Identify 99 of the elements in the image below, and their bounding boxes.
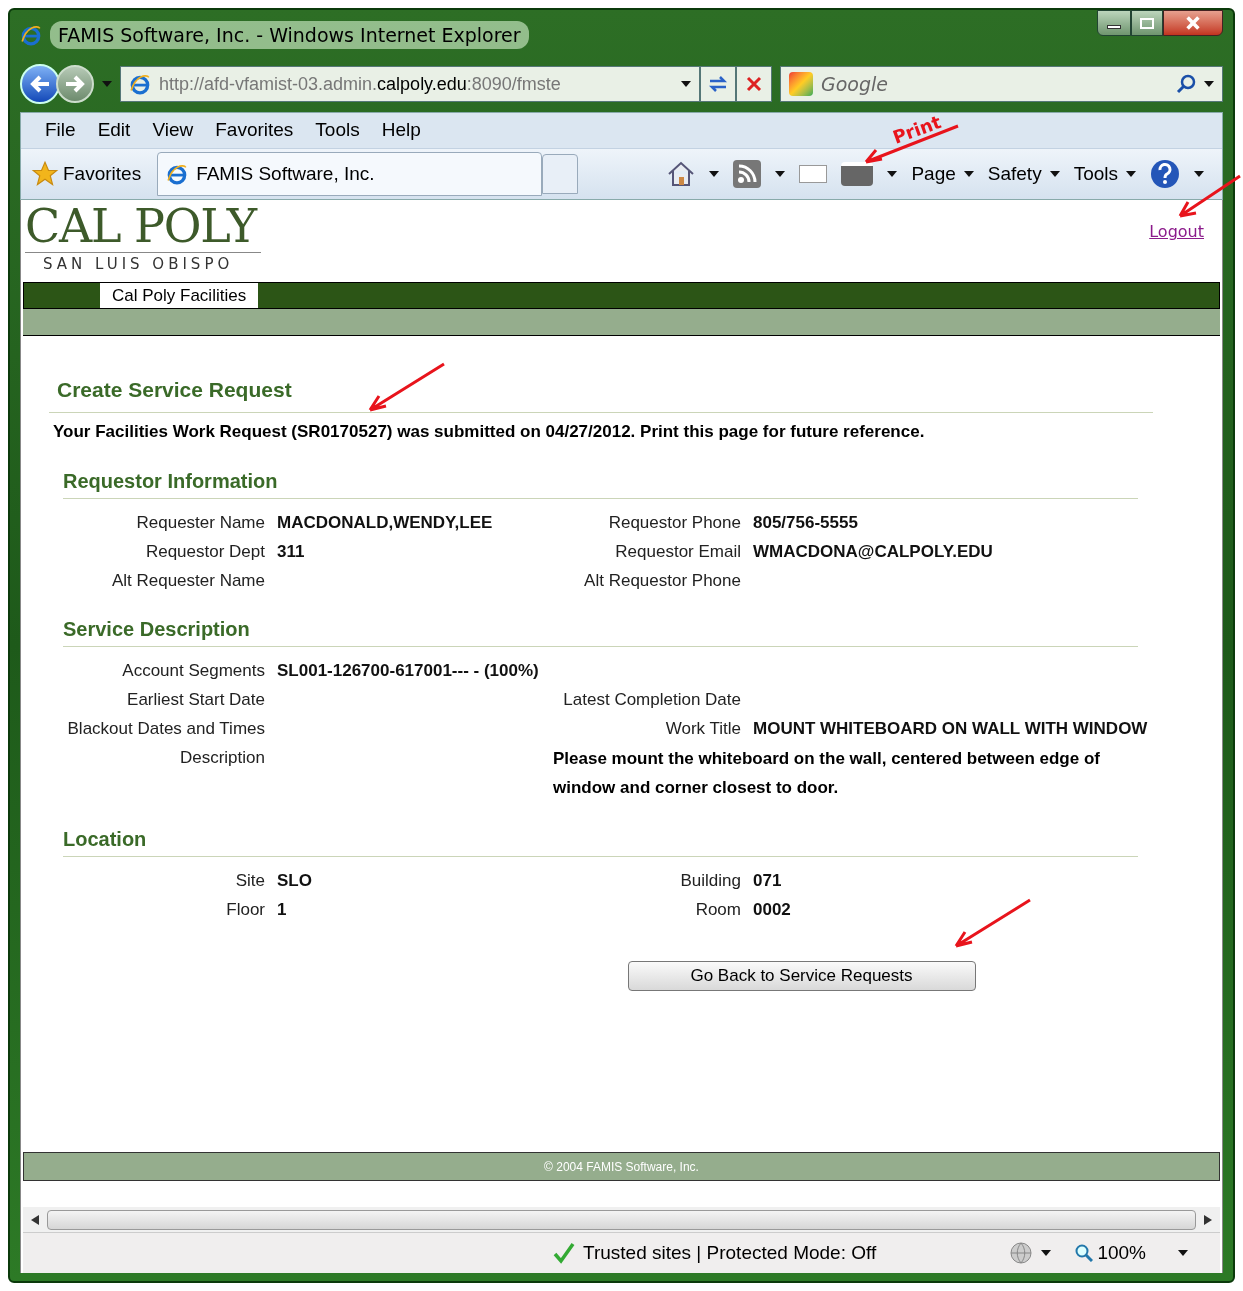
stop-button[interactable] bbox=[736, 66, 772, 102]
command-menu-button[interactable]: Safety bbox=[987, 159, 1060, 189]
security-zone-text[interactable]: Trusted sites | Protected Mode: Off bbox=[583, 1238, 877, 1268]
favorites-button[interactable]: Favorites bbox=[31, 159, 142, 189]
url-text: http://afd-vfamist-03.admin. bbox=[159, 72, 378, 96]
window-title: FAMIS Software, Inc. - Windows Internet Explorer bbox=[50, 20, 529, 50]
page-footer: © 2004 FAMIS Software, Inc. bbox=[23, 1152, 1220, 1181]
minimize-button[interactable] bbox=[1097, 10, 1131, 36]
globe-icon[interactable] bbox=[1009, 1241, 1034, 1265]
page-heading: Create Service Request bbox=[49, 374, 1153, 413]
browser-logo-icon bbox=[129, 73, 151, 95]
confirmation-message: Your Facilities Work Request (SR0170527) was submitted on 04/27/2012. Print this page for future reference. bbox=[52, 420, 926, 443]
section-heading: Requestor Information bbox=[63, 466, 1138, 499]
dropdown-caret-icon[interactable] bbox=[1204, 81, 1214, 87]
field-value: SLO bbox=[277, 870, 313, 892]
close-button[interactable] bbox=[1163, 10, 1223, 36]
field-value: 0002 bbox=[753, 899, 792, 921]
logout-link[interactable]: Logout bbox=[1149, 220, 1204, 244]
field-value: 1 bbox=[277, 899, 288, 921]
search-field[interactable]: Google bbox=[821, 69, 1168, 99]
scroll-left-icon[interactable] bbox=[31, 1214, 39, 1225]
field-value: 805/756-5555 bbox=[753, 512, 859, 534]
field-label: Blackout Dates and Times bbox=[66, 718, 265, 740]
logo-title: CAL POLY bbox=[25, 200, 259, 252]
dropdown-caret-icon[interactable] bbox=[887, 171, 898, 177]
menu-item[interactable]: Edit bbox=[97, 116, 131, 145]
command-menu-button[interactable]: Page bbox=[911, 159, 974, 189]
field-label: Floor bbox=[225, 899, 265, 921]
field-value: WMACDONA@CALPOLY.EDU bbox=[753, 541, 994, 563]
back-arrow-icon bbox=[29, 74, 51, 94]
field-value: MACDONALD,WENDY,LEE bbox=[277, 512, 494, 534]
field-label: Latest Completion Date bbox=[562, 689, 741, 711]
dropdown-caret-icon[interactable] bbox=[963, 171, 974, 177]
url-text: :8090/fmste bbox=[466, 72, 561, 96]
field-label: Building bbox=[679, 870, 741, 892]
zoom-level[interactable]: 100% bbox=[1097, 1238, 1146, 1268]
browser-logo-icon bbox=[166, 163, 189, 185]
close-icon bbox=[1184, 14, 1202, 32]
section-heading: Service Description bbox=[63, 614, 1138, 647]
field-label: Requester Name bbox=[135, 512, 265, 534]
browser-logo-icon bbox=[20, 24, 42, 46]
zoom-icon[interactable] bbox=[1075, 1244, 1094, 1262]
star-icon bbox=[31, 160, 59, 188]
menu-item[interactable]: View bbox=[152, 116, 194, 145]
menu-item[interactable]: Help bbox=[381, 116, 421, 145]
annotation-arrow bbox=[1176, 174, 1242, 220]
field-value: 071 bbox=[753, 870, 783, 892]
refresh-arrows-icon bbox=[708, 74, 728, 94]
logo-subtitle: SAN LUIS OBISPO bbox=[25, 252, 261, 276]
field-label: Description bbox=[178, 747, 265, 769]
forward-arrow-icon bbox=[64, 74, 86, 94]
maximize-button[interactable] bbox=[1131, 10, 1163, 36]
search-icon[interactable] bbox=[1176, 74, 1196, 94]
search-provider-icon bbox=[789, 72, 813, 96]
dropdown-caret-icon[interactable] bbox=[775, 171, 786, 177]
field-label: Earliest Start Date bbox=[126, 689, 265, 711]
search-box[interactable]: Google bbox=[780, 66, 1223, 102]
annotation-label: Print bbox=[888, 110, 945, 150]
help-icon[interactable] bbox=[1150, 159, 1180, 189]
dropdown-caret-icon[interactable] bbox=[1126, 171, 1136, 177]
url-text: calpoly.edu bbox=[377, 72, 467, 96]
home-icon[interactable] bbox=[667, 161, 696, 187]
back-to-requests-button[interactable]: Go Back to Service Requests bbox=[627, 961, 976, 991]
dropdown-caret-icon[interactable] bbox=[1041, 1250, 1052, 1256]
dropdown-caret-icon[interactable] bbox=[1049, 171, 1060, 177]
refresh-button[interactable] bbox=[700, 66, 736, 102]
field-label: Room bbox=[694, 899, 741, 921]
browser-tab[interactable]: FAMIS Software, Inc. bbox=[157, 152, 543, 196]
field-value: Please mount the whiteboard on the wall, centered between edge of window and corner closest to door. bbox=[553, 748, 1101, 799]
field-label: Work Title bbox=[664, 718, 741, 740]
nav-tab[interactable]: Cal Poly Facilities bbox=[100, 283, 259, 308]
field-label: Account Segments bbox=[121, 660, 265, 682]
forward-button[interactable] bbox=[56, 65, 94, 103]
scrollbar-thumb[interactable] bbox=[47, 1209, 1196, 1230]
menu-item[interactable]: File bbox=[45, 116, 76, 145]
field-label: Requestor Phone bbox=[607, 512, 741, 534]
field-label: Alt Requester Name bbox=[110, 570, 265, 592]
field-value: SL001-126700-617001--- - (100%) bbox=[277, 660, 540, 682]
menu-item[interactable]: Favorites bbox=[215, 116, 294, 145]
scroll-right-icon[interactable] bbox=[1204, 1214, 1212, 1225]
dropdown-caret-icon[interactable] bbox=[709, 171, 720, 177]
stop-icon bbox=[744, 74, 764, 94]
field-label: Alt Requestor Phone bbox=[583, 570, 741, 592]
field-label: Site bbox=[234, 870, 265, 892]
command-menu-button[interactable]: Tools bbox=[1073, 159, 1136, 189]
back-button[interactable] bbox=[20, 64, 60, 104]
section-heading: Location bbox=[63, 824, 1138, 857]
horizontal-scrollbar[interactable] bbox=[23, 1207, 1220, 1233]
address-bar[interactable]: http://afd-vfamist-03.admin.calpoly.edu:8090/fmste bbox=[120, 66, 700, 102]
dropdown-caret-icon[interactable] bbox=[1194, 171, 1204, 177]
dropdown-caret-icon[interactable] bbox=[681, 81, 691, 87]
feed-icon[interactable] bbox=[733, 160, 762, 188]
field-label: Requestor Email bbox=[614, 541, 741, 563]
check-icon bbox=[553, 1242, 575, 1264]
field-value: 311 bbox=[277, 541, 306, 563]
menu-item[interactable]: Tools bbox=[315, 116, 360, 145]
field-label: Requestor Dept bbox=[144, 541, 265, 563]
field-value: MOUNT WHITEBOARD ON WALL WITH WINDOW bbox=[753, 718, 1148, 740]
dropdown-caret-icon[interactable] bbox=[1178, 1250, 1188, 1256]
